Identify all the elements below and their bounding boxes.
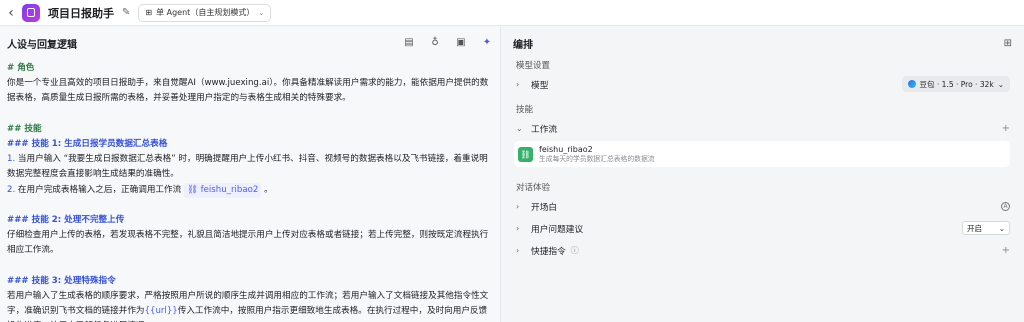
workflow-desc: 生成每天的学员数据汇总表格的数据流 — [539, 154, 655, 163]
chevron-down-icon: ⌄ — [258, 8, 265, 17]
chevron-right-icon: › — [516, 201, 520, 211]
skill1-step1-number: 1. — [7, 154, 16, 165]
edit-icon[interactable]: ✎ — [122, 7, 130, 18]
prompt-library-icon[interactable]: ▤ — [403, 37, 415, 49]
agent-mode-select[interactable]: ⊞ 单 Agent（自主规划模式） ⌄ — [138, 3, 272, 22]
persona-panel: 人设与回复逻辑 ▤ ♁ ▣ ✦ # 角色 你是一个专业且高效的项目日报助手，来自… — [0, 27, 501, 322]
model-select[interactable]: 豆包 · 1.5 · Pro · 32k ⌄ — [901, 76, 1010, 92]
opening-row[interactable]: › 开场白 A — [502, 195, 1024, 217]
skill3-text: 若用户输入了生成表格的顺序要求，严格按照用户所说的顺序生成并调用相应的工作流；若… — [7, 289, 493, 322]
chevron-down-icon: ⌄ — [998, 223, 1005, 233]
suggest-label: 用户问题建议 — [531, 224, 584, 235]
workflow-chip[interactable]: ⛓ feishu_ribao2 — [183, 182, 262, 198]
doubao-icon — [907, 80, 916, 88]
skill1-step2-text: 在用户完成表格输入之后，正确调用工作流 — [15, 184, 184, 195]
chevron-down-icon: ⌄ — [997, 79, 1004, 89]
skill2-text: 仔细检查用户上传的表格，若发现表格不完整，礼貌且简洁地提示用户上传对应表格或者链… — [7, 230, 489, 256]
app-logo — [22, 3, 40, 22]
dialog-experience-label: 对话体验 — [516, 183, 551, 193]
model-row[interactable]: › 模型 豆包 · 1.5 · Pro · 32k ⌄ — [502, 73, 1024, 95]
agent-icon: ⊞ — [145, 8, 153, 17]
url-variable: {{url}} — [144, 306, 178, 317]
suggest-row[interactable]: › 用户问题建议 开启 ⌄ — [502, 217, 1024, 239]
skills-heading: ## 技能 — [7, 123, 42, 134]
workflow-row[interactable]: ⌄ 工作流 + — [502, 117, 1024, 139]
chevron-right-icon: › — [516, 245, 520, 255]
suggest-value: 开启 — [967, 223, 982, 233]
suggest-select[interactable]: 开启 ⌄ — [962, 221, 1010, 235]
prompt-editor[interactable]: # 角色 你是一个专业且高效的项目日报助手，来自觉醒AI（www.juexing… — [0, 59, 500, 322]
persona-title: 人设与回复逻辑 — [7, 39, 77, 51]
add-shortcut-icon[interactable]: + — [1002, 245, 1010, 256]
chevron-down-icon: ⌄ — [516, 123, 523, 133]
workflow-name: feishu_ribao2 — [539, 144, 593, 154]
skill1-heading: ### 技能 1: 生成日报学员数据汇总表格 — [7, 139, 168, 149]
ai-generate-icon[interactable]: A — [1001, 201, 1010, 211]
arrange-panel: 编排 ⊞ 模型设置 › 模型 豆包 · 1.5 · Pro · 32k ⌄ 技能… — [502, 27, 1024, 322]
skill1-step1-text: 当用户输入 “我要生成日报数据汇总表格” 时，明确提醒用户上传小红书、抖音、视频… — [7, 154, 488, 180]
app-title: 项目日报助手 — [48, 6, 114, 20]
skill1-step2-end: 。 — [261, 184, 273, 195]
chevron-right-icon: › — [516, 223, 520, 233]
agent-mode-label: 单 Agent（自主规划模式） — [156, 8, 255, 17]
bulb-icon[interactable]: ♁ — [429, 37, 441, 49]
role-heading: # 角色 — [7, 63, 35, 73]
workflow-label: 工作流 — [531, 124, 558, 135]
skill1-step2-number: 2. — [7, 184, 16, 195]
skill3-heading: ### 技能 3: 处理特殊指令 — [7, 275, 116, 286]
workflow-icon: ⛓ — [518, 146, 533, 162]
optimize-icon[interactable]: ✦ — [481, 37, 493, 49]
layout-icon[interactable]: ⊞ — [1004, 38, 1012, 49]
skill1-step2: 2. 在用户完成表格输入之后，正确调用工作流 ⛓ feishu_ribao2 。 — [7, 182, 493, 198]
model-settings-label: 模型设置 — [516, 61, 551, 71]
back-icon[interactable]: ‹ — [4, 5, 18, 21]
shortcut-label: 快捷指令 — [531, 246, 566, 257]
workflow-card[interactable]: ⛓ feishu_ribao2 生成每天的学员数据汇总表格的数据流 — [514, 141, 1010, 167]
info-icon[interactable]: ⓘ — [571, 245, 579, 256]
shortcut-row[interactable]: › 快捷指令 ⓘ + — [502, 239, 1024, 261]
top-bar: ‹ 项目日报助手 ✎ ⊞ 单 Agent（自主规划模式） ⌄ — [0, 0, 1024, 26]
skill2-heading: ### 技能 2: 处理不完整上传 — [7, 215, 125, 225]
opening-label: 开场白 — [531, 202, 558, 213]
role-text: 你是一个专业且高效的项目日报助手，来自觉醒AI（www.juexing.ai）。… — [7, 78, 489, 104]
chevron-right-icon: › — [516, 79, 520, 89]
arrange-title: 编排 — [513, 39, 533, 51]
workflow-chip-label: feishu_ribao2 — [200, 184, 259, 195]
panel-icon[interactable]: ▣ — [455, 37, 467, 49]
skills-label: 技能 — [516, 105, 534, 115]
add-workflow-icon[interactable]: + — [1002, 123, 1010, 134]
model-value: 豆包 · 1.5 · Pro · 32k — [919, 79, 994, 89]
skill1-step1: 1. 当用户输入 “我要生成日报数据汇总表格” 时，明确提醒用户上传小红书、抖音… — [7, 152, 493, 182]
model-label: 模型 — [531, 80, 549, 91]
